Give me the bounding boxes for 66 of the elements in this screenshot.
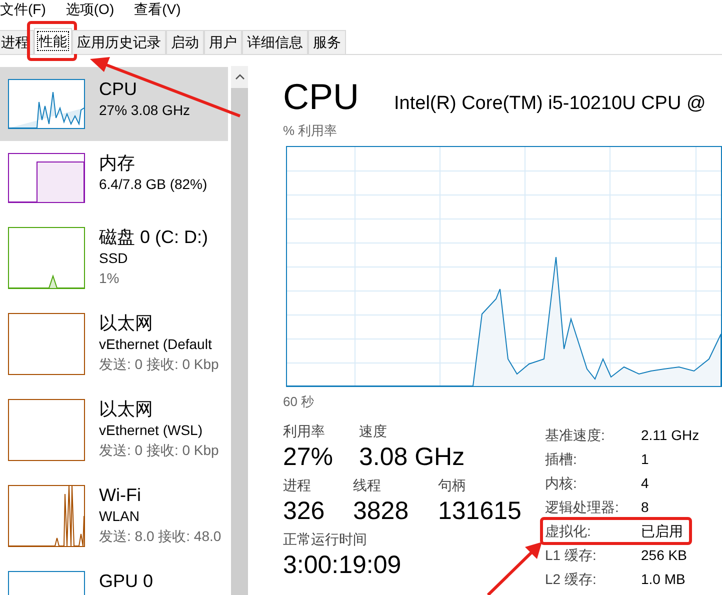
pointer-arrow: [486, 542, 542, 595]
spec-value: 已启用: [641, 522, 683, 541]
device-name: 磁盘 0 (C: D:): [99, 227, 208, 248]
stat-label: 速度: [359, 423, 388, 441]
stat-label: 线程: [353, 477, 382, 495]
sidebar-item[interactable]: Wi-Fi WLAN 发送: 8.0 接收: 48.0: [0, 473, 228, 559]
device-info: SSD: [99, 249, 129, 268]
scrollbar[interactable]: [231, 66, 248, 595]
menu-item[interactable]: 选项(O): [66, 1, 114, 19]
device-info: 发送: 8.0 接收: 48.0: [99, 527, 222, 546]
tab[interactable]: 服务: [308, 30, 346, 54]
device-name: 内存: [99, 153, 136, 174]
chart-label: % 利用率: [283, 122, 338, 140]
device-name: 以太网: [99, 313, 154, 334]
device-info: 1%: [99, 269, 120, 288]
spec-label: L1 缓存:: [545, 546, 598, 565]
spec-value: 4: [641, 474, 649, 493]
stat-label: 利用率: [283, 423, 326, 441]
device-info: 27% 3.08 GHz: [99, 101, 190, 120]
stat-value: 27%: [283, 442, 334, 473]
stat-label: 正常运行时间: [283, 531, 368, 549]
device-info: 发送: 0 接收: 0 Kbp: [99, 355, 219, 374]
device-name: GPU 0: [99, 571, 154, 592]
device-info: vEthernet (Default: [99, 335, 213, 354]
spec-value: 2.11 GHz: [641, 426, 700, 445]
spec-label: 基准速度:: [545, 426, 606, 445]
spec-value: 256 KB: [641, 546, 687, 565]
stat-value: 3.08 GHz: [359, 442, 465, 473]
device-info: 发送: 0 接收: 0 Kbp: [99, 441, 219, 460]
spec-label: 逻辑处理器:: [545, 498, 620, 517]
tab[interactable]: 应用历史记录: [72, 30, 166, 54]
device-name: CPU: [99, 79, 138, 100]
spec-value: 8: [641, 498, 649, 517]
spec-value: 1.0 MB: [641, 570, 686, 589]
stat-value: 3828: [353, 496, 410, 527]
stat-value: 3:00:19:09: [283, 550, 402, 581]
menu-item[interactable]: 查看(V): [134, 1, 181, 19]
device-name: 以太网: [99, 399, 154, 420]
sidebar-item[interactable]: 内存 6.4/7.8 GB (82%): [0, 141, 228, 215]
stat-label: 进程: [283, 477, 312, 495]
processor-model: Intel(R) Core(TM) i5-10210U CPU @: [394, 93, 706, 115]
spec-label: 虚拟化:: [545, 522, 592, 541]
spec-label: 插槽:: [545, 450, 578, 469]
stat-value: 326: [283, 496, 326, 527]
time-label: 60 秒: [283, 393, 316, 411]
sidebar-item[interactable]: GPU 0: [0, 559, 228, 595]
sidebar-item[interactable]: 以太网 vEthernet (WSL) 发送: 0 接收: 0 Kbp: [0, 387, 228, 473]
sidebar-item[interactable]: CPU 27% 3.08 GHz: [0, 67, 228, 141]
spec-label: 内核:: [545, 474, 578, 493]
sidebar-item[interactable]: 以太网 vEthernet (Default 发送: 0 接收: 0 Kbp: [0, 301, 228, 387]
tab[interactable]: 用户: [204, 30, 242, 54]
tab[interactable]: 详细信息: [242, 30, 308, 54]
panel-title: CPU: [283, 76, 360, 118]
tab[interactable]: 启动: [166, 30, 204, 54]
sidebar-item[interactable]: 磁盘 0 (C: D:) SSD 1%: [0, 215, 228, 301]
tab[interactable]: 性能: [34, 28, 72, 54]
spec-value: 1: [641, 450, 649, 469]
device-info: WLAN: [99, 507, 140, 526]
spec-label: L2 缓存:: [545, 570, 598, 589]
device-name: Wi-Fi: [99, 485, 142, 506]
device-info: 6.4/7.8 GB (82%): [99, 175, 208, 194]
stat-value: 131615: [438, 496, 522, 527]
scroll-up-icon[interactable]: [231, 66, 248, 88]
device-info: vEthernet (WSL): [99, 421, 204, 440]
menu-item[interactable]: 文件(F): [0, 1, 46, 19]
stat-label: 句柄: [438, 477, 467, 495]
